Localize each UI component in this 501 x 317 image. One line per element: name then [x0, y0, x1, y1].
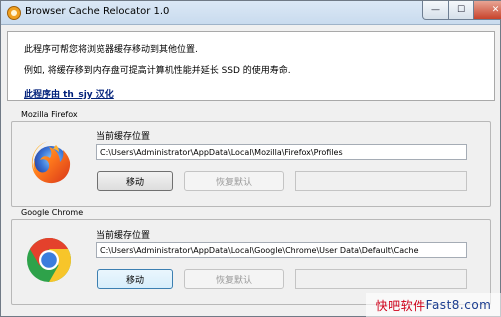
minimize-icon: — [431, 5, 440, 15]
title-bar[interactable]: Browser Cache Relocator 1.0 — ☐ ✕ [1, 1, 501, 25]
chrome-status-field [295, 269, 467, 289]
close-button[interactable]: ✕ [474, 1, 501, 20]
info-description: 此程序可帮您将浏览器缓存移动到其他位置. [24, 45, 198, 55]
firefox-restore-default-button[interactable]: 恢复默认 [184, 171, 284, 191]
watermark-chinese: 快吧软件 [375, 298, 426, 313]
info-panel: 此程序可帮您将浏览器缓存移动到其他位置. 例如, 将缓存移到内存盘可提高计算机性… [7, 31, 495, 101]
window-title: Browser Cache Relocator 1.0 [25, 6, 170, 17]
chrome-cache-path-field[interactable]: C:\Users\Administrator\AppData\Local\Goo… [96, 242, 467, 258]
firefox-logo-icon [31, 141, 71, 184]
chrome-restore-default-button[interactable]: 恢复默认 [184, 269, 284, 289]
app-window: Browser Cache Relocator 1.0 — ☐ ✕ 此程序可帮您… [0, 0, 501, 317]
translator-link[interactable]: 此程序由 th_sjy 汉化 [24, 87, 114, 100]
maximize-icon: ☐ [456, 5, 466, 15]
caption-buttons: — ☐ ✕ [422, 1, 501, 20]
close-icon: ✕ [491, 5, 500, 15]
watermark-domain: Fast8.com [425, 298, 492, 312]
firefox-group [11, 121, 491, 207]
minimize-button[interactable]: — [422, 1, 449, 20]
firefox-status-field [295, 171, 467, 191]
chrome-logo-icon [27, 238, 71, 282]
chrome-move-button[interactable]: 移动 [97, 269, 173, 289]
firefox-group-label: Mozilla Firefox [21, 110, 78, 119]
chrome-cache-label: 当前缓存位置 [96, 231, 151, 241]
info-example: 例如, 将缓存移到内存盘可提高计算机性能并延长 SSD 的使用寿命. [24, 66, 291, 76]
chrome-group-label: Google Chrome [21, 208, 84, 217]
app-icon [7, 6, 21, 20]
firefox-cache-path-field[interactable]: C:\Users\Administrator\AppData\Local\Moz… [96, 144, 467, 160]
maximize-button[interactable]: ☐ [449, 1, 474, 20]
site-watermark: 快吧软件 Fast8.com [366, 293, 501, 317]
firefox-cache-label: 当前缓存位置 [96, 132, 151, 142]
firefox-move-button[interactable]: 移动 [97, 171, 173, 191]
